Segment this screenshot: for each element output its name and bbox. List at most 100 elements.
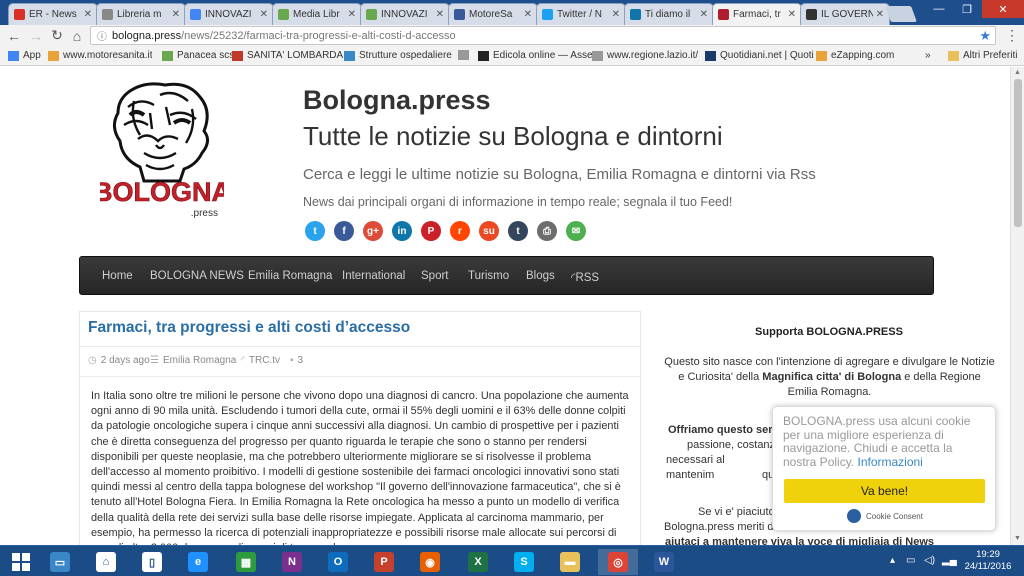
system-clock[interactable]: 19:29 24/11/2016	[962, 549, 1014, 573]
close-tab-icon[interactable]: ✕	[84, 9, 92, 20]
browser-tab[interactable]: Media Libr ✕	[272, 3, 362, 25]
bookmark-item[interactable]: www.motoresanita.it	[48, 50, 152, 61]
folder-icon	[948, 50, 959, 61]
home-icon[interactable]: ⌂	[67, 25, 87, 46]
close-tab-icon[interactable]: ✕	[348, 9, 356, 20]
nav-item[interactable]: Turismo	[468, 270, 509, 282]
browser-tab[interactable]: Ti diamo il ✕	[624, 3, 714, 25]
network-icon[interactable]: ▭	[906, 555, 915, 566]
clock-date: 24/11/2016	[964, 561, 1012, 572]
bookmark-icon	[232, 50, 243, 61]
cookie-accept-button[interactable]: Va bene!	[784, 479, 985, 503]
other-bookmarks[interactable]: Altri Preferiti	[948, 50, 1017, 61]
article-source-text: TRC.tv	[248, 355, 280, 366]
close-tab-icon[interactable]: ✕	[436, 9, 444, 20]
close-tab-icon[interactable]: ✕	[260, 9, 268, 20]
article-date-text: 2 days ago	[100, 355, 150, 366]
close-window-button[interactable]: ✕	[982, 0, 1024, 18]
new-tab-button[interactable]	[885, 6, 917, 22]
bookmark-item[interactable]: App	[8, 50, 41, 61]
browser-tab[interactable]: Libreria m ✕	[96, 3, 186, 25]
bookmark-item[interactable]: SANITA' LOMBARDA	[232, 50, 343, 61]
bookmark-item[interactable]: eZapping.com	[816, 50, 894, 61]
browser-tab[interactable]: ER - News ✕	[8, 3, 98, 25]
close-tab-icon[interactable]: ✕	[612, 9, 620, 20]
taskbar-app[interactable]: N	[272, 549, 312, 575]
bookmark-item[interactable]: Quotidiani.net | Quoti	[705, 50, 814, 61]
browser-tab[interactable]: Twitter / N ✕	[536, 3, 626, 25]
scroll-up-icon[interactable]: ▲	[1014, 69, 1021, 76]
store-icon: ▦	[236, 552, 256, 572]
bookmark-item[interactable]: Panacea scs	[162, 50, 234, 61]
googleplus-icon[interactable]: g+	[363, 221, 383, 241]
bookmark-item[interactable]: www.regione.lazio.it/	[592, 50, 698, 61]
nav-item[interactable]: International	[342, 270, 405, 282]
sidebar-intro: Questo sito nasce con l'intenzione di ag…	[662, 355, 997, 400]
nav-item[interactable]: Home	[102, 270, 133, 282]
taskbar-app[interactable]: ▬	[550, 549, 590, 575]
article-title[interactable]: Farmaci, tra progressi e alti costi d’ac…	[88, 319, 410, 337]
reddit-icon[interactable]: r	[450, 221, 470, 241]
close-tab-icon[interactable]: ✕	[876, 9, 884, 20]
chrome-icon: ◎	[608, 552, 628, 572]
start-button[interactable]	[0, 549, 42, 575]
browser-tab[interactable]: INNOVAZI ✕	[360, 3, 450, 25]
cookie-info-link[interactable]: Informazioni	[857, 455, 922, 469]
bookmark-item[interactable]: Strutture ospedaliere	[344, 50, 452, 61]
email-icon[interactable]: ✉	[566, 221, 586, 241]
taskbar-app[interactable]: ◎	[598, 549, 638, 575]
taskbar-app[interactable]: P	[364, 549, 404, 575]
forward-icon[interactable]: →	[26, 25, 46, 46]
maximize-button[interactable]: ❐	[954, 0, 980, 18]
bookmark-star-icon[interactable]: ★	[979, 28, 991, 44]
article-category[interactable]: ☰ Emilia Romagna	[150, 355, 236, 366]
volume-icon[interactable]: ◁)	[924, 555, 935, 566]
bookmark-item[interactable]	[458, 50, 473, 60]
page-scrollbar[interactable]: ▲ ▼	[1010, 67, 1024, 545]
close-tab-icon[interactable]: ✕	[524, 9, 532, 20]
address-bar[interactable]: ⓘ bologna.press/news/25232/farmaci-tra-p…	[90, 26, 996, 45]
browser-tab[interactable]: MotoreSa ✕	[448, 3, 538, 25]
browser-tab[interactable]: INNOVAZI ✕	[184, 3, 274, 25]
back-icon[interactable]: ←	[4, 25, 24, 46]
minimize-button[interactable]: —	[926, 0, 952, 18]
more-bookmarks-button[interactable]: »	[925, 50, 931, 61]
article-comments[interactable]: ▪ 3	[290, 355, 303, 366]
tumblr-icon[interactable]: t	[508, 221, 528, 241]
site-title[interactable]: Bologna.press	[303, 85, 491, 116]
nav-item[interactable]: Blogs	[526, 270, 555, 282]
scroll-thumb[interactable]	[1014, 79, 1022, 227]
nav-item[interactable]: ◜RSS	[571, 270, 599, 284]
nav-item[interactable]: BOLOGNA NEWS	[150, 270, 244, 282]
print-icon[interactable]: ⎙	[537, 221, 557, 241]
signal-icon[interactable]: ▂▄	[942, 555, 957, 566]
linkedin-icon[interactable]: in	[392, 221, 412, 241]
scroll-down-icon[interactable]: ▼	[1014, 535, 1021, 542]
stumbleupon-icon[interactable]: su	[479, 221, 499, 241]
browser-tab[interactable]: IL GOVERN ✕	[800, 3, 890, 25]
reload-icon[interactable]: ↻	[47, 25, 67, 46]
close-tab-icon[interactable]: ✕	[172, 9, 180, 20]
twitter-icon[interactable]: t	[305, 221, 325, 241]
taskbar-app[interactable]: X	[458, 549, 498, 575]
taskbar-app[interactable]: ▯	[132, 549, 172, 575]
bookmark-item[interactable]: Edicola online — Asse	[478, 50, 593, 61]
browser-tab[interactable]: Farmaci, tr ✕	[712, 3, 802, 25]
taskbar-app[interactable]: e	[178, 549, 218, 575]
close-tab-icon[interactable]: ✕	[700, 9, 708, 20]
tray-up-icon[interactable]: ▴	[890, 555, 895, 566]
close-tab-icon[interactable]: ✕	[788, 9, 796, 20]
taskbar-app[interactable]: O	[318, 549, 358, 575]
pinterest-icon[interactable]: P	[421, 221, 441, 241]
nav-item[interactable]: Sport	[421, 270, 449, 282]
taskbar-app[interactable]: ▭	[40, 549, 80, 575]
article-source[interactable]: ◜ TRC.tv	[241, 355, 280, 366]
menu-icon[interactable]: ⋮	[1002, 25, 1022, 46]
taskbar-app[interactable]: ◉	[410, 549, 450, 575]
taskbar-app[interactable]: W	[644, 549, 684, 575]
nav-item[interactable]: Emilia Romagna	[248, 270, 332, 282]
taskbar-app[interactable]: ▦	[226, 549, 266, 575]
facebook-icon[interactable]: f	[334, 221, 354, 241]
taskbar-app[interactable]: S	[504, 549, 544, 575]
taskbar-app[interactable]: ⌂	[86, 549, 126, 575]
